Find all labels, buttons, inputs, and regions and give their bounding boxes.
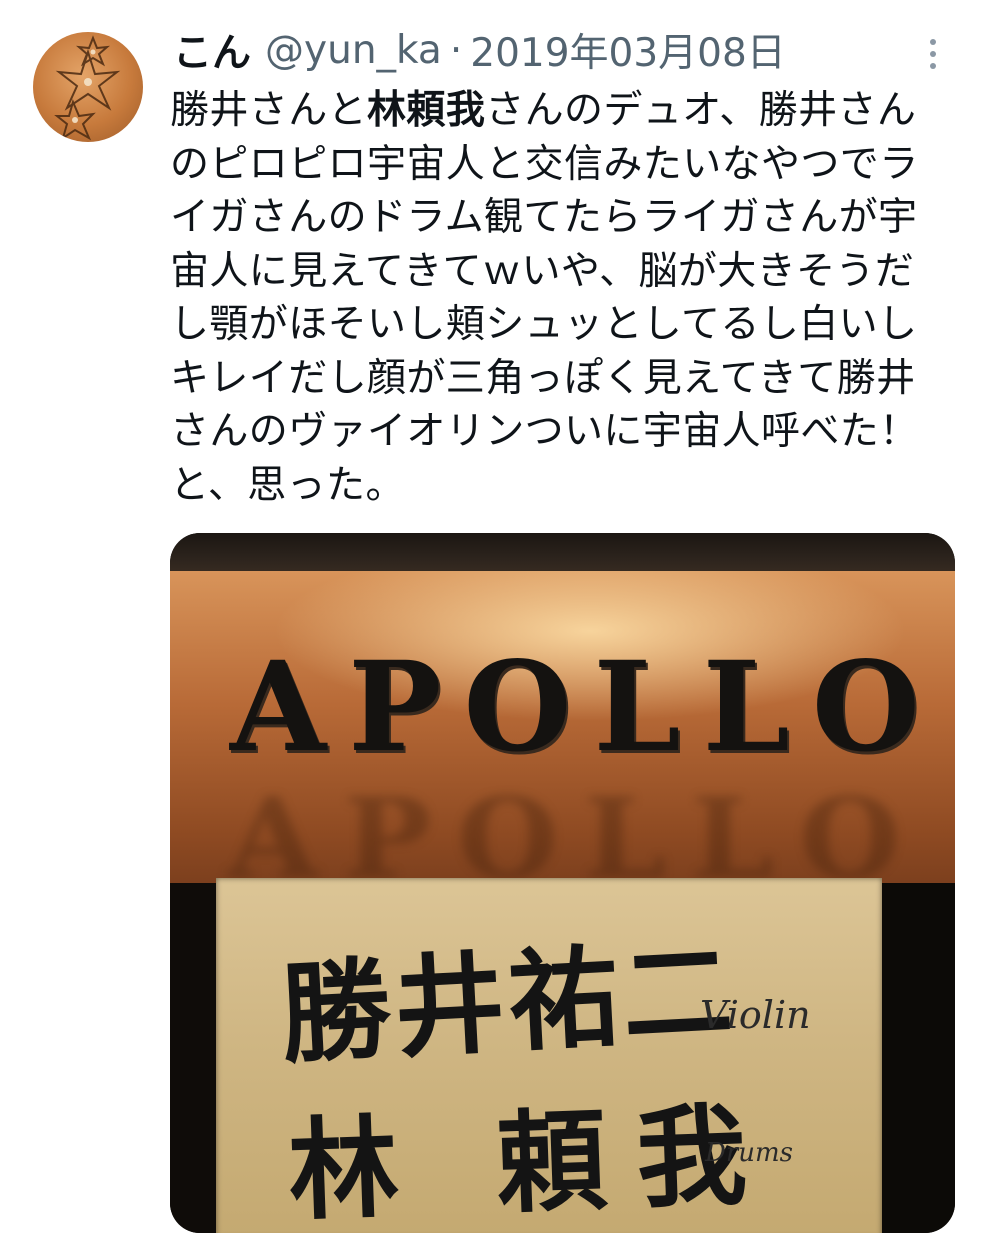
tweet-text-segment: さんのデュオ、勝井さん <box>485 88 917 133</box>
header-separator: · <box>449 27 463 73</box>
sign-apollo-text: APOLLO <box>230 635 942 780</box>
tweet-photo[interactable]: APOLLO APOLLO 勝井祐二 林 頼我 Violin Drums <box>170 533 955 1233</box>
photo-dark-area <box>170 883 218 1233</box>
author-handle[interactable]: @yun_ka <box>265 28 442 73</box>
more-vertical-icon[interactable] <box>918 32 948 76</box>
handwritten-name-1: 勝井祐二 <box>277 926 740 1079</box>
tweet-text-line: さんのヴァイオリンついに宇宙人呼べた！ <box>170 409 919 454</box>
author-avatar[interactable] <box>33 32 143 142</box>
tweet-header: こん @yun_ka · 2019年03月08日 <box>173 22 913 78</box>
tweet-date[interactable]: 2019年03月08日 <box>470 22 786 78</box>
tweet-text-line: 宙人に見えてきてｗいや、脳が大きそうだ <box>170 248 915 294</box>
tweet-text-line-1: 勝井さんと林頼我さんのデュオ、勝井さん <box>170 84 960 138</box>
tweet-text-line: し顎がほそいし頬シュッとしてるし白いし <box>170 302 918 347</box>
tweet-text: 勝井さんと林頼我さんのデュオ、勝井さん のピロピロ宇宙人と交信みたいなやつでラ … <box>170 84 960 512</box>
role-drums: Drums <box>705 1138 794 1168</box>
tweet-text-line: のピロピロ宇宙人と交信みたいなやつでラ <box>170 141 919 187</box>
tweet-text-segment: 勝井さんと <box>170 88 368 133</box>
tweet-text-bold-name: 林頼我 <box>367 88 486 133</box>
author-display-name[interactable]: こん <box>173 22 251 78</box>
tweet-text-line: と、思った。 <box>170 462 405 508</box>
tweet-text-line: キレイだし顔が三角っぽく見えてきて勝井 <box>170 355 916 401</box>
lily-flower-avatar-icon <box>54 35 121 141</box>
tweet-text-line: イガさんのドラム観てたらライガさんが宇 <box>170 195 918 240</box>
role-violin: Violin <box>700 993 811 1037</box>
photo-dark-area <box>878 883 955 1233</box>
